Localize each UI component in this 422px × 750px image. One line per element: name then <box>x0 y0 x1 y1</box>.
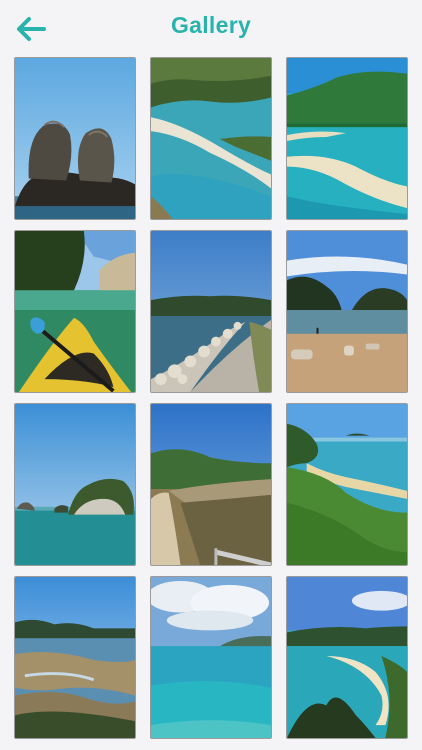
page-title: Gallery <box>170 12 252 38</box>
gallery-photo[interactable] <box>286 403 408 566</box>
gallery-photo[interactable] <box>286 576 408 739</box>
gallery-photo[interactable] <box>150 403 272 566</box>
header: Gallery <box>0 0 422 56</box>
gallery-photo[interactable] <box>150 230 272 393</box>
gallery-photo[interactable] <box>14 57 136 220</box>
photo-grid <box>14 57 408 739</box>
gallery-photo[interactable] <box>14 403 136 566</box>
gallery-photo[interactable] <box>14 230 136 393</box>
gallery-photo[interactable] <box>286 230 408 393</box>
gallery-photo[interactable] <box>150 576 272 739</box>
gallery-photo[interactable] <box>150 57 272 220</box>
gallery-photo[interactable] <box>286 57 408 220</box>
gallery-photo[interactable] <box>14 576 136 739</box>
